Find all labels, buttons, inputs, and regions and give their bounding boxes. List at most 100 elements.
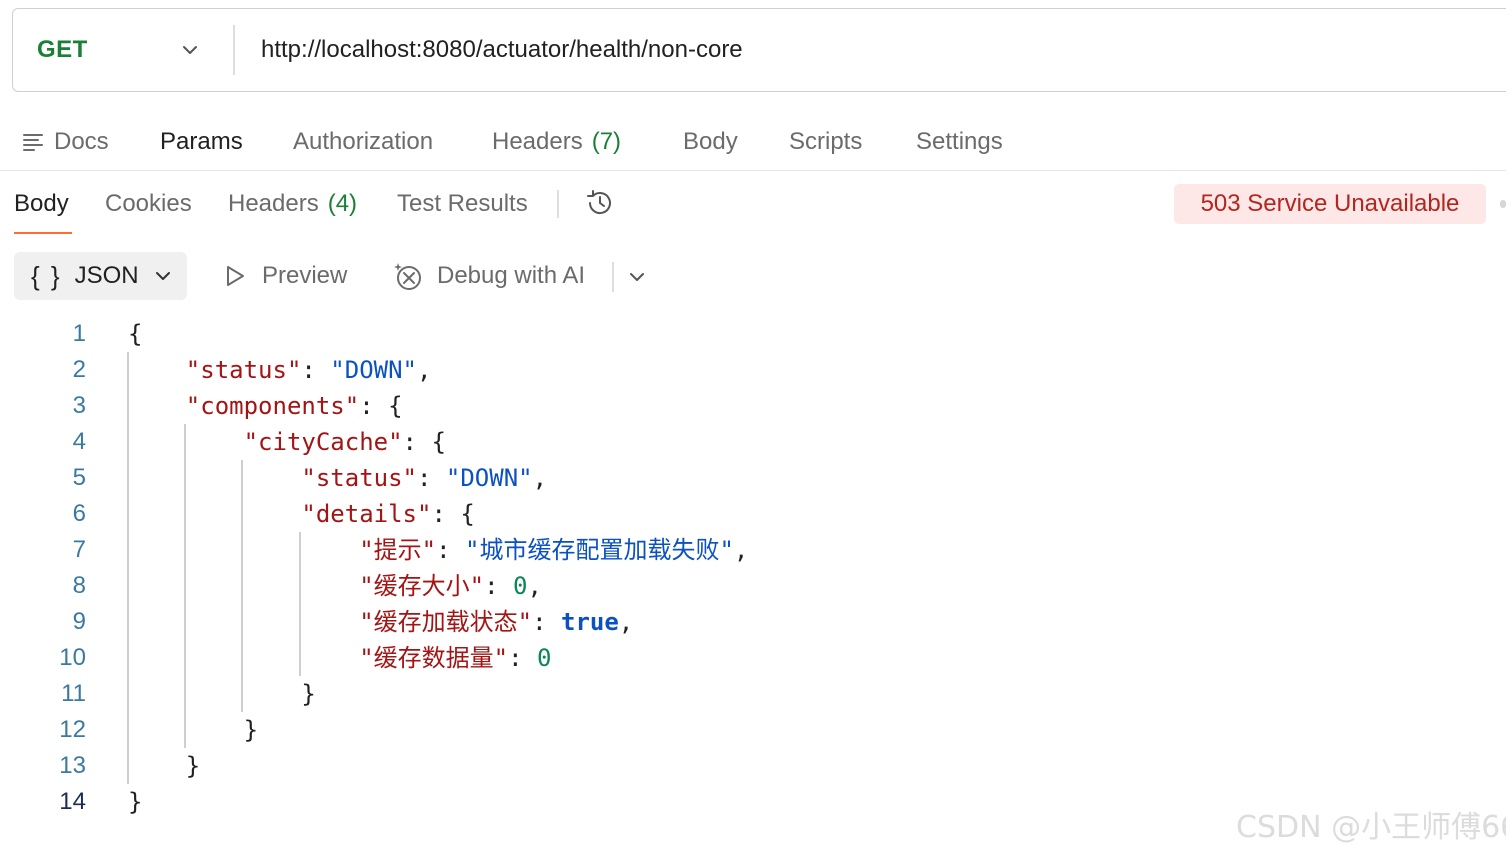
sparkle-bug-icon [394,263,421,290]
history-icon[interactable] [584,187,616,219]
json-string: "城市缓存配置加载失败" [465,536,734,564]
line-number: 5 [72,464,86,491]
tab-body[interactable]: Body [683,118,738,166]
brace-token: { [128,320,143,348]
code-text: "cityCache": { [243,428,446,456]
preview-button[interactable]: Preview [222,252,347,300]
request-tabs: Docs Params Authorization Headers (7) Bo… [0,118,1506,166]
response-tab-test-results[interactable]: Test Results [397,180,528,228]
debug-ai-button[interactable]: Debug with AI [393,252,585,300]
format-label: JSON [74,262,139,289]
http-method-select[interactable]: GET [37,9,88,91]
tab-authorization[interactable]: Authorization [293,118,433,166]
url-divider [233,25,235,75]
code-text: } [128,712,258,748]
json-number: 0 [537,644,552,672]
code-line: 10 "缓存数据量": 0 [0,640,1506,676]
line-number: 12 [59,716,86,743]
code-text: "缓存大小": 0, [359,572,542,600]
json-key: "cityCache" [243,428,403,456]
headers-count-badge: (7) [591,128,622,155]
brace-token: { [431,428,446,456]
code-text: "components": { [185,392,403,420]
brace-token: } [301,680,316,708]
watermark: CSDN @小王师傅66 [1236,810,1506,845]
code-text: "缓存数据量": 0 [359,644,552,672]
code-text: "提示": "城市缓存配置加载失败", [359,536,749,564]
chevron-down-icon[interactable] [626,266,648,288]
code-line: 9 "缓存加载状态": true, [0,604,1506,640]
brace-token: } [128,788,143,816]
code-text: } [128,748,200,784]
tabs-separator [557,190,559,218]
preview-label: Preview [262,262,348,289]
json-key: "status" [185,356,302,384]
code-text: } [128,784,142,820]
code-line: 11 } [0,676,1506,712]
line-number: 8 [72,572,86,599]
tab-scripts[interactable]: Scripts [789,118,862,166]
docs-icon [23,134,43,151]
code-text: } [128,676,316,712]
json-key: "缓存加载状态" [359,608,533,636]
code-line: 3 "components": { [0,388,1506,424]
status-badge: 503 Service Unavailable [1174,184,1486,224]
tab-headers-label: Headers [492,128,583,155]
code-text: "status": "DOWN", [301,464,548,492]
response-headers-count-badge: (4) [327,190,358,217]
json-key: "缓存数据量" [359,644,509,672]
code-line: 2 "status": "DOWN", [0,352,1506,388]
line-number-active: 14 [59,788,86,815]
code-line: 5 "status": "DOWN", [0,460,1506,496]
brace-token: { [388,392,403,420]
code-line: 6 "details": { [0,496,1506,532]
response-tab-headers-label: Headers [228,190,319,217]
response-tab-headers[interactable]: Headers (4) [228,180,357,228]
toolbar-separator [612,262,614,292]
tab-docs-label: Docs [54,128,109,155]
active-tab-underline [14,232,72,234]
json-string: "DOWN" [330,356,417,384]
code-line: 7 "提示": "城市缓存配置加载失败", [0,532,1506,568]
json-number: 0 [513,572,528,600]
request-url-bar: GET http://localhost:8080/actuator/healt… [12,8,1506,92]
code-line: 12 } [0,712,1506,748]
json-key: "details" [301,500,432,528]
code-text: "status": "DOWN", [185,356,432,384]
section-divider [0,170,1506,171]
format-select-button[interactable]: { } JSON [14,252,187,300]
brace-token: { [460,500,475,528]
url-input[interactable]: http://localhost:8080/actuator/health/no… [261,9,743,91]
code-text: { [128,316,142,352]
braces-icon: { } [31,260,62,291]
line-number: 13 [59,752,86,779]
line-number: 1 [72,320,86,347]
response-body-editor[interactable]: 1 { 2 "status": "DOWN", 3 "components": … [0,316,1506,826]
tab-headers[interactable]: Headers (7) [492,118,621,166]
response-tab-body[interactable]: Body [14,180,69,228]
chevron-down-icon[interactable] [179,39,201,61]
code-line: 8 "缓存大小": 0, [0,568,1506,604]
code-line: 1 { [0,316,1506,352]
line-number: 9 [72,608,86,635]
json-key: "提示" [359,536,437,564]
line-number: 7 [72,536,86,563]
line-number: 10 [59,644,86,671]
tab-params[interactable]: Params [160,118,243,166]
tab-docs[interactable]: Docs [22,118,109,166]
debug-ai-label: Debug with AI [437,262,586,289]
json-key: "status" [301,464,417,492]
brace-token: } [243,716,259,744]
response-tab-cookies[interactable]: Cookies [105,180,192,228]
line-number: 6 [72,500,86,527]
json-string: "DOWN" [445,464,533,492]
chevron-down-icon [155,272,170,280]
code-line: 4 "cityCache": { [0,424,1506,460]
code-text: "details": { [301,500,475,528]
line-number: 2 [72,356,86,383]
line-number: 11 [61,680,86,707]
line-number: 3 [72,392,86,419]
tab-settings[interactable]: Settings [916,118,1003,166]
code-text: "缓存加载状态": true, [359,608,634,636]
json-boolean: true [561,608,619,636]
